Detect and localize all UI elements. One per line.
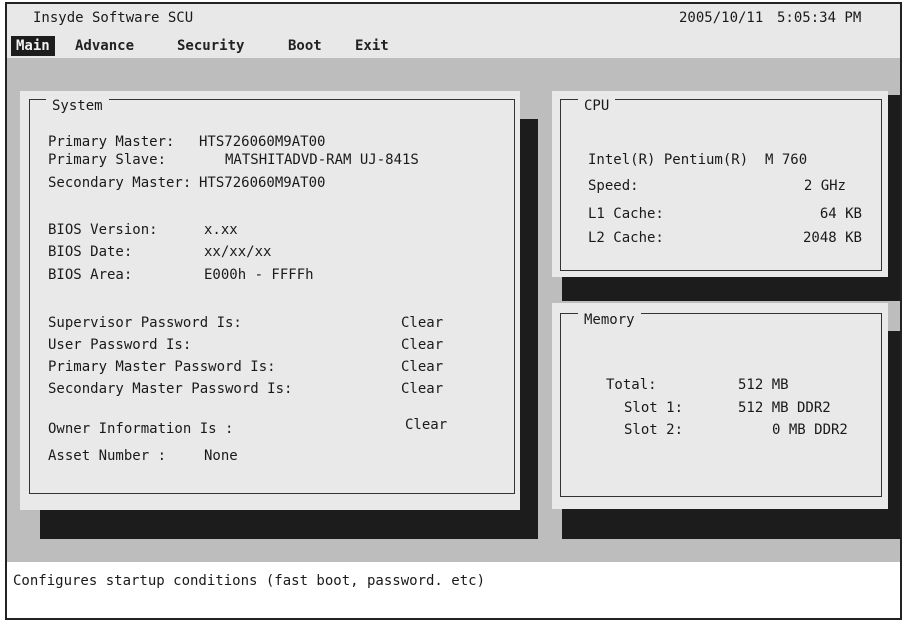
l1-cache-label: L1 Cache: xyxy=(588,206,664,222)
drive-value: HTS726060M9AT00 xyxy=(199,175,326,191)
memory-slot-label: Slot 2: xyxy=(624,422,684,438)
menu-main[interactable]: Main xyxy=(11,36,55,56)
menu-boot[interactable]: Boot xyxy=(283,36,327,56)
cpu-speed-value: 2 GHz xyxy=(803,178,846,194)
system-time[interactable]: 5:05:34 PM xyxy=(777,10,861,26)
bios-screen: Insyde Software SCU 2005/10/11 5:05:34 P… xyxy=(0,0,908,625)
system-date[interactable]: 2005/10/11 xyxy=(679,10,763,26)
drive-value: HTS726060M9AT00 xyxy=(199,134,326,150)
help-text: Configures startup conditions (fast boot… xyxy=(13,573,486,589)
password-status-value[interactable]: Clear xyxy=(401,358,443,376)
memory-slot-value: 0 MB DDR2 xyxy=(772,422,848,438)
system-panel-title: System xyxy=(46,98,109,114)
status-area: Configures startup conditions (fast boot… xyxy=(7,562,900,618)
bios-version-value: x.xx xyxy=(204,222,238,238)
asset-number-label: Asset Number : xyxy=(48,448,167,464)
password-status-label: Secondary Master Password Is: xyxy=(48,381,293,397)
drive-label: Secondary Master: xyxy=(48,175,192,191)
drive-label: Primary Master: xyxy=(48,134,175,150)
asset-number-value[interactable]: None xyxy=(204,447,238,465)
password-status-value[interactable]: Clear xyxy=(401,380,443,398)
menu-security[interactable]: Security xyxy=(172,36,249,56)
menu-advance[interactable]: Advance xyxy=(70,36,139,56)
password-status-label: Supervisor Password Is: xyxy=(48,315,242,331)
l2-cache-label: L2 Cache: xyxy=(588,230,664,246)
drive-value: MATSHITADVD-RAM UJ-841S xyxy=(225,152,419,168)
memory-slot-label: Slot 1: xyxy=(624,400,684,416)
cpu-speed-label: Speed: xyxy=(588,178,639,194)
owner-info-value[interactable]: Clear xyxy=(405,416,447,434)
bios-version-label: BIOS Version: xyxy=(48,222,158,238)
cpu-panel: CPU Intel(R) Pentium(R) M 760 Speed: 2 G… xyxy=(552,91,888,277)
memory-slot-value: 512 MB DDR2 xyxy=(738,400,831,416)
password-status-value[interactable]: Clear xyxy=(401,314,443,332)
app-title: Insyde Software SCU xyxy=(33,10,194,26)
drive-label: Primary Slave: xyxy=(48,152,167,168)
memory-panel: Memory Total: 512 MB Slot 1: 512 MB DDR2… xyxy=(552,303,888,509)
password-status-value[interactable]: Clear xyxy=(401,336,443,354)
bios-area-value: E000h - FFFFh xyxy=(204,267,314,283)
memory-panel-border xyxy=(560,313,882,497)
memory-panel-title: Memory xyxy=(578,312,641,328)
cpu-panel-title: CPU xyxy=(578,98,616,114)
password-status-label: Primary Master Password Is: xyxy=(48,359,276,375)
bios-date-value: xx/xx/xx xyxy=(204,244,272,260)
title-bar: Insyde Software SCU 2005/10/11 5:05:34 P… xyxy=(7,4,900,32)
l1-cache-value: 64 KB xyxy=(819,206,862,222)
bios-date-label: BIOS Date: xyxy=(48,244,133,260)
memory-total-label: Total: xyxy=(606,377,657,393)
system-panel: System Primary Master: HTS726060M9AT00 P… xyxy=(20,91,520,510)
password-status-label: User Password Is: xyxy=(48,337,192,353)
work-area: System Primary Master: HTS726060M9AT00 P… xyxy=(7,58,900,562)
owner-info-label: Owner Information Is : xyxy=(48,421,234,437)
l2-cache-value: 2048 KB xyxy=(802,230,862,246)
cpu-name: Intel(R) Pentium(R) M 760 xyxy=(588,152,808,168)
memory-total-value: 512 MB xyxy=(738,377,789,393)
menu-bar: Main Advance Security Boot Exit xyxy=(7,32,900,58)
menu-exit[interactable]: Exit xyxy=(350,36,394,56)
bios-frame: Insyde Software SCU 2005/10/11 5:05:34 P… xyxy=(5,2,902,620)
bios-area-label: BIOS Area: xyxy=(48,267,133,283)
